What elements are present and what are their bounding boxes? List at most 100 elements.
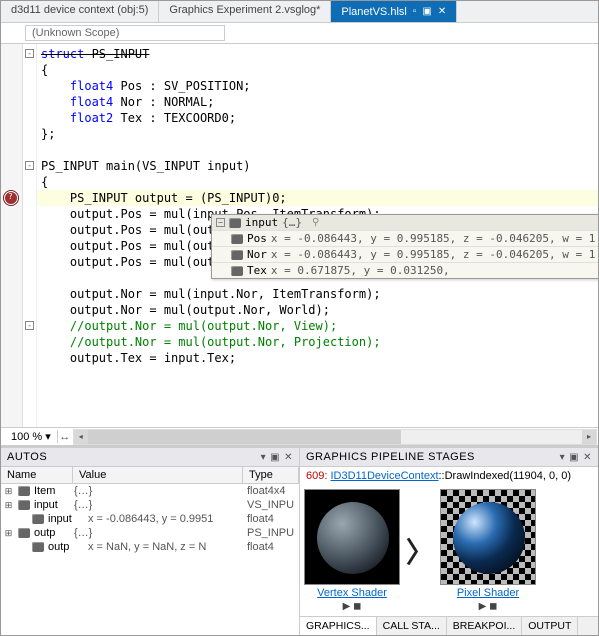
col-type[interactable]: Type — [243, 467, 299, 483]
pipeline-panel: GRAPHICS PIPELINE STAGES ▾ ▣ ✕ 609: ID3D… — [300, 448, 598, 635]
code-line[interactable]: output.Tex = input.Tex; — [41, 350, 594, 366]
code-line[interactable]: float4 Nor : NORMAL; — [41, 94, 594, 110]
horizontal-scrollbar[interactable]: ◂ ▸ — [73, 429, 597, 445]
col-name[interactable]: Name — [1, 467, 73, 483]
variable-icon — [231, 266, 243, 276]
code-line[interactable]: float4 Pos : SV_POSITION; — [41, 78, 594, 94]
split-icon[interactable]: ↔ — [58, 431, 72, 443]
close-icon[interactable]: ✕ — [583, 452, 592, 463]
variable-icon — [18, 500, 30, 510]
vertex-shader-preview[interactable] — [304, 489, 400, 585]
var-type: float4 — [247, 541, 297, 553]
code-line[interactable]: { — [41, 174, 594, 190]
sub-tab-breakpoints[interactable]: BREAKPOI... — [447, 617, 522, 635]
var-type: float4 — [247, 513, 297, 525]
var-type: PS_INPU — [247, 527, 297, 539]
code-line[interactable]: }; — [41, 126, 594, 142]
breakpoint-icon[interactable] — [4, 191, 18, 205]
fold-toggle[interactable]: - — [25, 321, 34, 330]
expand-icon[interactable]: − — [216, 218, 225, 227]
code-editor[interactable]: struct PS_INPUT{ float4 Pos : SV_POSITIO… — [1, 44, 598, 427]
sub-tab-callstack[interactable]: CALL STA... — [377, 617, 447, 635]
code-line[interactable]: struct PS_INPUT — [41, 46, 594, 62]
tab-label: PlanetVS.hlsl — [341, 6, 406, 18]
datatip-member-name: Nor — [247, 248, 267, 261]
autos-row[interactable]: inputx = -0.086443, y = 0.9951float4 — [1, 512, 299, 526]
autos-row[interactable]: outpx = NaN, y = NaN, z = Nfloat4 — [1, 540, 299, 554]
scroll-thumb[interactable] — [88, 430, 401, 444]
datatip-member-name: Tex — [247, 264, 267, 277]
pixel-shader-preview[interactable] — [440, 489, 536, 585]
zoom-dropdown[interactable]: 100 % ▾ — [1, 430, 58, 443]
code-line[interactable]: float2 Tex : TEXCOORD0; — [41, 110, 594, 126]
datatip-row[interactable]: Tex x = 0.671875, y = 0.031250, — [212, 263, 598, 278]
variable-icon — [18, 528, 30, 538]
sub-tab-graphics[interactable]: GRAPHICS... — [300, 617, 377, 635]
expand-icon[interactable]: ⊞ — [3, 500, 14, 511]
code-line[interactable]: output.Nor = mul(input.Nor, ItemTransfor… — [41, 286, 594, 302]
close-icon[interactable]: ✕ — [284, 452, 293, 463]
var-value: {…} — [74, 485, 247, 497]
device-context-link[interactable]: ID3D11DeviceContext — [330, 470, 438, 482]
autos-row[interactable]: ⊞Item{…}float4x4 — [1, 484, 299, 498]
tab-planet-vs[interactable]: PlanetVS.hlsl ▫ ▣ ✕ — [331, 1, 457, 22]
draw-call: 609: ID3D11DeviceContext::DrawIndexed(11… — [300, 467, 598, 485]
code-line[interactable]: PS_INPUT main(VS_INPUT input) — [41, 158, 594, 174]
pin-icon[interactable]: ▣ — [569, 452, 579, 463]
variable-icon — [32, 542, 44, 552]
panel-title: AUTOS — [7, 451, 47, 463]
fold-toggle[interactable]: - — [25, 161, 34, 170]
tab-device-context[interactable]: d3d11 device context (obj:5) — [1, 1, 159, 22]
code-line[interactable]: { — [41, 62, 594, 78]
pixel-shader-link[interactable]: Pixel Shader — [457, 587, 519, 599]
vertex-shader-link[interactable]: Vertex Shader — [317, 587, 387, 599]
datatip: − input {…} ⚲ Pos x = -0.086443, y = 0.9… — [211, 214, 598, 279]
pin-icon[interactable]: ▣ — [270, 452, 280, 463]
scroll-right-button[interactable]: ▸ — [582, 430, 596, 444]
col-value[interactable]: Value — [73, 467, 243, 483]
sub-tab-output[interactable]: OUTPUT — [522, 617, 578, 635]
gutter — [1, 44, 23, 427]
datatip-row[interactable]: Pos x = -0.086443, y = 0.995185, z = -0.… — [212, 231, 598, 247]
var-value: {…} — [74, 499, 247, 511]
var-value: x = -0.086443, y = 0.9951 — [88, 513, 247, 525]
datatip-row[interactable]: Nor x = -0.086443, y = 0.995185, z = -0.… — [212, 247, 598, 263]
code-line[interactable] — [41, 142, 594, 158]
datatip-root-val: {…} — [282, 216, 302, 229]
code-line[interactable]: //output.Nor = mul(output.Nor, Projectio… — [41, 334, 594, 350]
datatip-member-value: x = 0.671875, y = 0.031250, — [271, 264, 450, 277]
datatip-member-value: x = -0.086443, y = 0.995185, z = -0.0462… — [271, 248, 598, 261]
close-icon[interactable]: ✕ — [438, 6, 446, 17]
expand-icon[interactable]: ⊞ — [3, 486, 14, 497]
autos-header: Name Value Type — [1, 467, 299, 484]
scope-bar: (Unknown Scope) — [1, 23, 598, 44]
autos-panel: AUTOS ▾ ▣ ✕ Name Value Type ⊞Item{…}floa… — [1, 448, 300, 635]
play-controls[interactable]: ▶ ◼ — [479, 601, 498, 612]
autos-row[interactable]: ⊞outp{…}PS_INPU — [1, 526, 299, 540]
datatip-member-value: x = -0.086443, y = 0.995185, z = -0.0462… — [271, 232, 598, 245]
var-type: VS_INPU — [247, 499, 297, 511]
var-value: x = NaN, y = NaN, z = N — [88, 541, 247, 553]
code-line[interactable]: //output.Nor = mul(output.Nor, View); — [41, 318, 594, 334]
datatip-member-name: Pos — [247, 232, 267, 245]
expand-icon[interactable]: ⊞ — [3, 528, 14, 539]
window-position-icon[interactable]: ▾ — [261, 452, 267, 463]
bottom-panels: AUTOS ▾ ▣ ✕ Name Value Type ⊞Item{…}floa… — [1, 445, 598, 635]
code-line[interactable]: PS_INPUT output = (PS_INPUT)0; — [41, 190, 594, 206]
scroll-left-button[interactable]: ◂ — [74, 430, 88, 444]
var-name: input — [48, 513, 88, 525]
call-signature: ::DrawIndexed(11904, 0, 0) — [439, 470, 571, 482]
autos-row[interactable]: ⊞input{…}VS_INPU — [1, 498, 299, 512]
var-name: outp — [48, 541, 88, 553]
fold-toggle[interactable]: - — [25, 49, 34, 58]
var-type: float4x4 — [247, 485, 297, 497]
window-position-icon[interactable]: ▾ — [560, 452, 566, 463]
scope-dropdown[interactable]: (Unknown Scope) — [25, 25, 225, 41]
tab-vsglog[interactable]: Graphics Experiment 2.vsglog* — [159, 1, 331, 22]
pipeline-sub-tabs: GRAPHICS... CALL STA... BREAKPOI... OUTP… — [300, 616, 598, 635]
pin-icon[interactable]: ⚲ — [312, 217, 319, 228]
play-controls[interactable]: ▶ ◼ — [343, 601, 362, 612]
pin-icon[interactable]: ▣ — [422, 6, 431, 17]
datatip-root-name: input — [245, 216, 278, 229]
code-line[interactable]: output.Nor = mul(output.Nor, World); — [41, 302, 594, 318]
